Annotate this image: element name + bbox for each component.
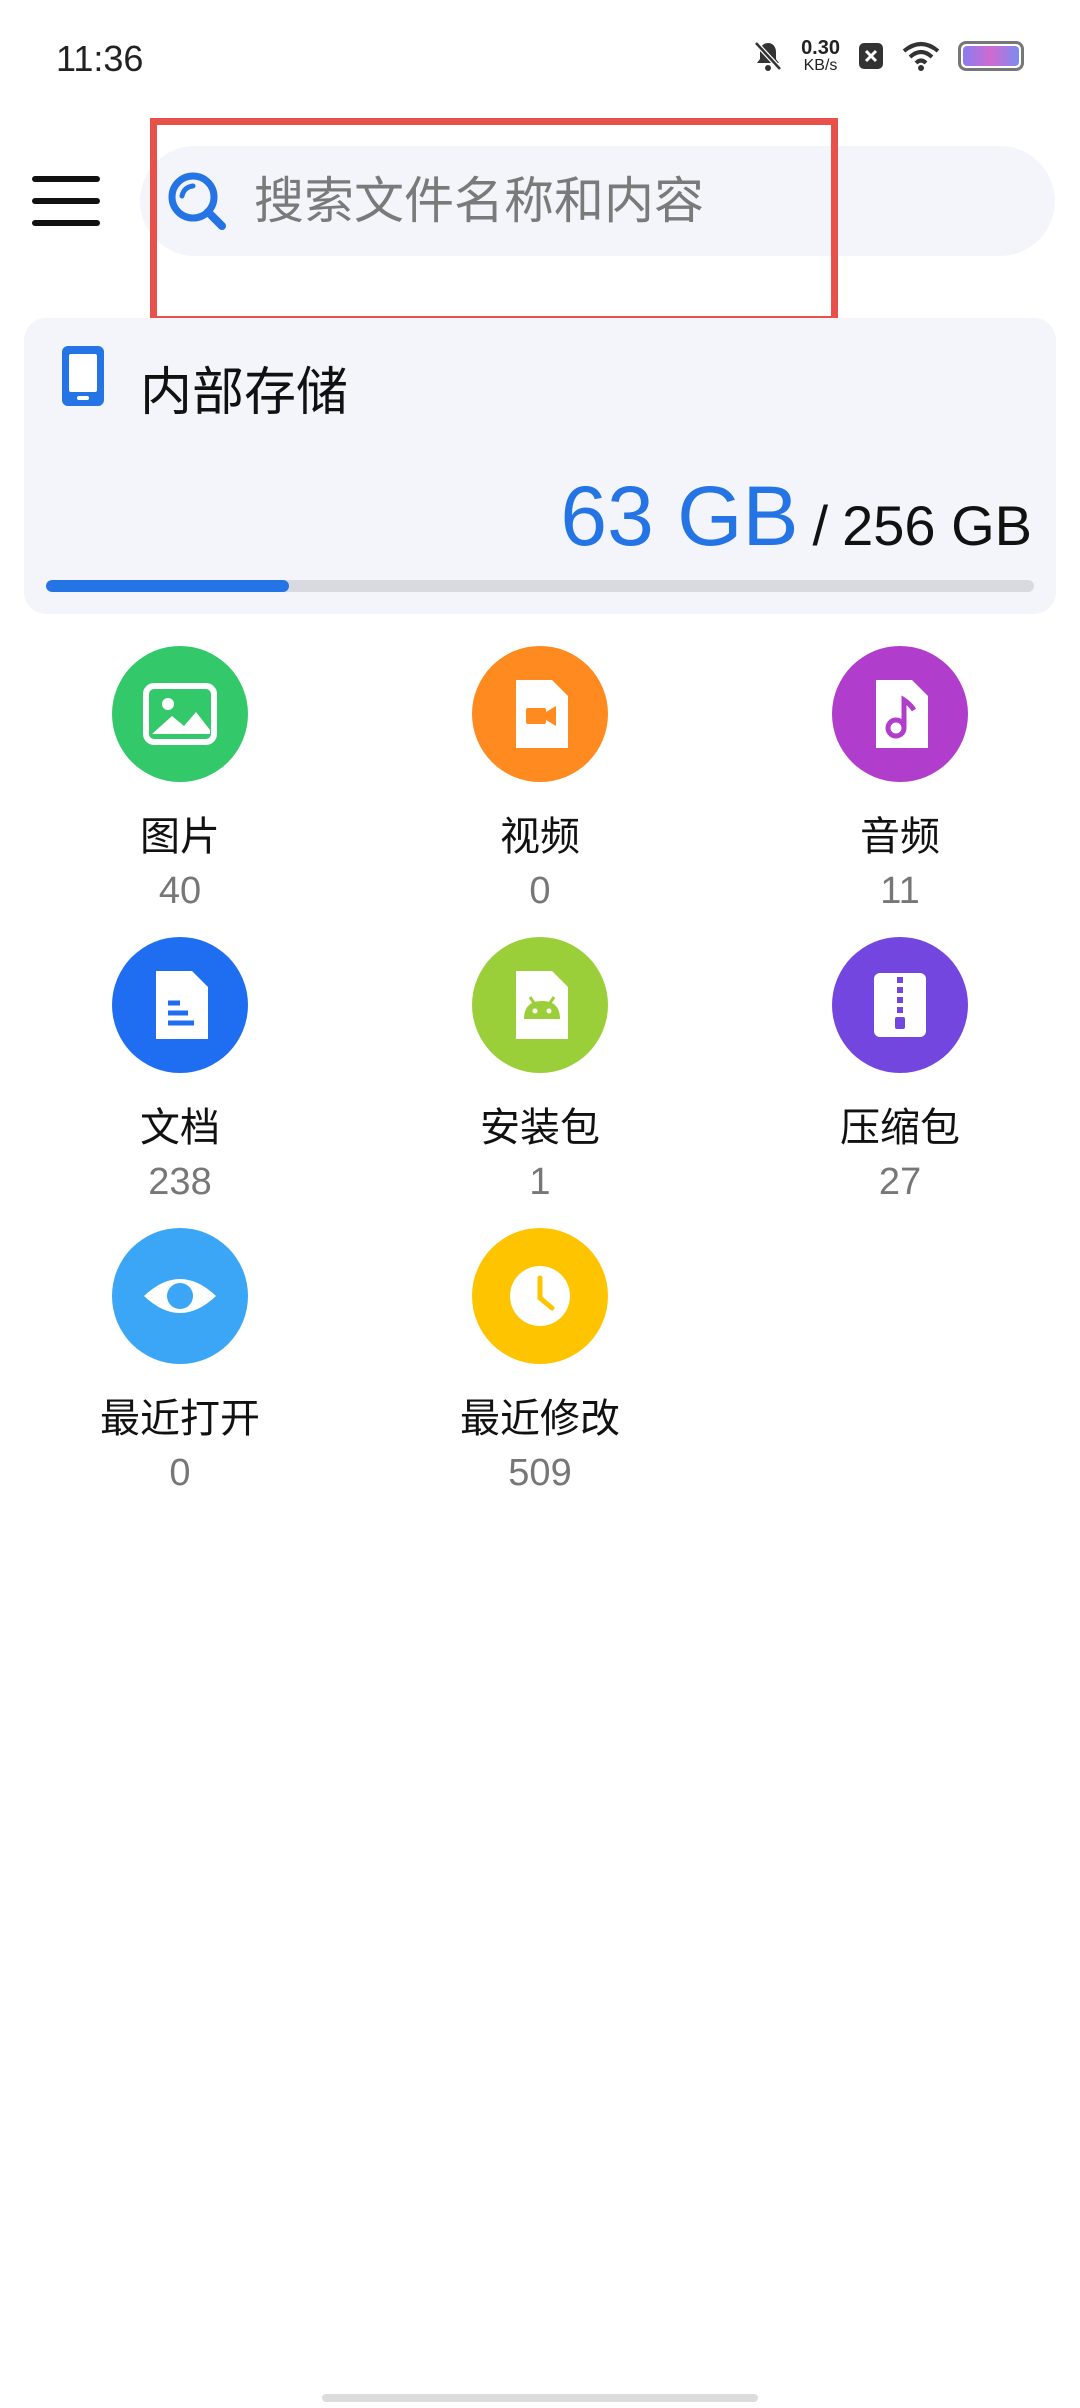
storage-separator: /	[812, 494, 829, 557]
category-apks[interactable]: 安装包 1	[360, 929, 720, 1220]
storage-usage: 63 GB / 256 GB	[560, 468, 1032, 565]
net-speed-unit: KB/s	[803, 57, 838, 74]
status-time: 11:36	[56, 38, 144, 79]
storage-progress-bar	[46, 580, 1034, 592]
category-count: 238	[148, 1161, 212, 1203]
storage-card[interactable]: 内部存储 63 GB / 256 GB	[24, 318, 1056, 614]
category-icon-bg	[472, 646, 608, 782]
category-audio[interactable]: 音频 11	[720, 638, 1080, 929]
video-icon	[516, 680, 568, 748]
category-count: 0	[529, 870, 551, 912]
category-name: 文档	[140, 1105, 220, 1151]
category-count: 509	[508, 1452, 572, 1494]
document-icon	[156, 971, 208, 1039]
close-badge-icon	[859, 43, 883, 69]
wifi-icon	[902, 42, 940, 71]
bell-muted-icon	[754, 41, 782, 71]
category-name: 音频	[860, 814, 940, 860]
net-speed-value: 0.30	[801, 37, 840, 59]
category-icon-bg	[472, 1228, 608, 1364]
storage-title: 内部存储	[140, 363, 349, 423]
category-icon-bg	[112, 646, 248, 782]
category-icon-bg	[832, 937, 968, 1073]
category-count: 0	[169, 1452, 191, 1494]
eye-icon	[144, 1279, 216, 1313]
category-videos[interactable]: 视频 0	[360, 638, 720, 929]
category-name: 安装包	[480, 1105, 600, 1151]
category-recent-opened[interactable]: 最近打开 0	[0, 1220, 360, 1511]
search-input[interactable]	[254, 172, 954, 230]
category-name: 视频	[500, 814, 580, 860]
category-images[interactable]: 图片 40	[0, 638, 360, 929]
android-icon	[516, 971, 568, 1039]
category-name: 最近修改	[460, 1396, 620, 1442]
menu-line	[32, 176, 100, 182]
storage-used: 63 GB	[560, 469, 799, 563]
navigation-handle[interactable]	[322, 2394, 758, 2402]
storage-total: 256 GB	[842, 494, 1032, 557]
category-archives[interactable]: 压缩包 27	[720, 929, 1080, 1220]
image-icon	[143, 683, 217, 745]
category-icon-bg	[112, 1228, 248, 1364]
clock-icon	[510, 1266, 570, 1326]
category-count: 1	[529, 1161, 551, 1203]
music-icon	[876, 680, 928, 748]
menu-line	[32, 198, 100, 204]
storage-progress-fill	[46, 580, 290, 592]
menu-line	[32, 220, 100, 226]
battery-icon	[958, 41, 1024, 71]
status-icons: 0.30 KB/s	[753, 38, 1024, 74]
category-name: 最近打开	[100, 1396, 260, 1442]
category-count: 40	[158, 870, 202, 912]
status-bar: 11:36 0.30 KB/s	[0, 0, 1080, 120]
category-icon-bg	[832, 646, 968, 782]
category-grid: 图片 40 视频 0 音频 11 文档 238 安装包 1 压缩包 27 最近打…	[0, 638, 1080, 1511]
category-icon-bg	[112, 937, 248, 1073]
zip-icon	[874, 973, 926, 1037]
category-count: 27	[878, 1161, 922, 1203]
category-count: 11	[880, 870, 920, 912]
net-speed: 0.30 KB/s	[801, 38, 840, 74]
category-recent-modified[interactable]: 最近修改 509	[360, 1220, 720, 1511]
category-name: 图片	[140, 814, 220, 860]
category-documents[interactable]: 文档 238	[0, 929, 360, 1220]
category-name: 压缩包	[840, 1105, 960, 1151]
search-bar[interactable]	[140, 146, 1055, 256]
phone-icon	[62, 346, 104, 406]
category-icon-bg	[472, 937, 608, 1073]
menu-button[interactable]	[32, 164, 106, 238]
search-icon	[168, 172, 226, 230]
